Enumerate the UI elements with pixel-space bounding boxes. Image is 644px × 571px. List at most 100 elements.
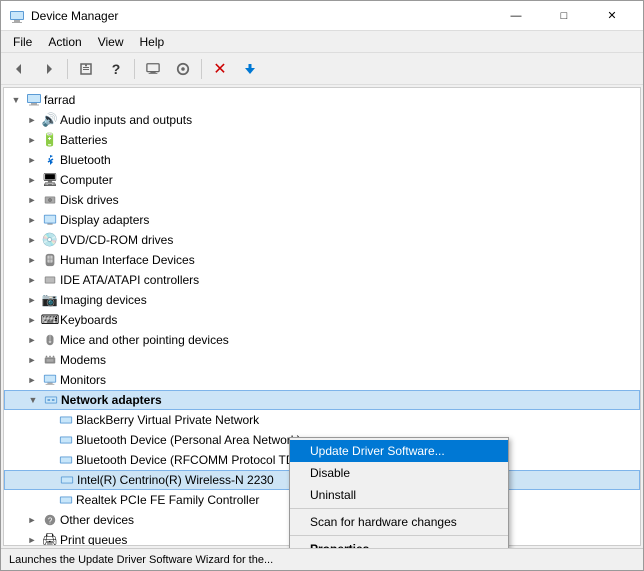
mouse-icon bbox=[42, 332, 58, 348]
forward-button[interactable] bbox=[35, 56, 63, 82]
back-icon bbox=[12, 62, 26, 76]
battery-icon: 🔋 bbox=[42, 132, 58, 148]
display-label: Display adapters bbox=[60, 213, 149, 227]
camera-icon: 📷 bbox=[42, 292, 58, 308]
update-button[interactable] bbox=[236, 56, 264, 82]
ctx-disable[interactable]: Disable bbox=[290, 462, 508, 484]
tree-item-network[interactable]: ▼ Network adapters bbox=[4, 390, 640, 410]
network-icon bbox=[43, 392, 59, 408]
other-expand[interactable]: ► bbox=[24, 512, 40, 528]
tree-item-mice[interactable]: ► Mice and other pointing devices bbox=[4, 330, 640, 350]
audio-label: Audio inputs and outputs bbox=[60, 113, 192, 127]
tree-item-blackberry[interactable]: ► BlackBerry Virtual Private Network bbox=[4, 410, 640, 430]
bluetooth-expand[interactable]: ► bbox=[24, 152, 40, 168]
uninstall-button[interactable]: ✕ bbox=[206, 56, 234, 82]
mice-expand[interactable]: ► bbox=[24, 332, 40, 348]
root-expand-icon[interactable]: ▼ bbox=[8, 92, 24, 108]
keyboards-label: Keyboards bbox=[60, 313, 117, 327]
tree-item-disk[interactable]: ► Disk drives bbox=[4, 190, 640, 210]
tree-item-imaging[interactable]: ► 📷 Imaging devices bbox=[4, 290, 640, 310]
tree-item-ide[interactable]: ► IDE ATA/ATAPI controllers bbox=[4, 270, 640, 290]
menu-help[interactable]: Help bbox=[132, 33, 173, 51]
toolbar-sep-3 bbox=[201, 59, 202, 79]
network-label: Network adapters bbox=[61, 393, 162, 407]
help-button[interactable]: ? bbox=[102, 56, 130, 82]
printq-expand[interactable]: ► bbox=[24, 532, 40, 546]
tree-item-dvd[interactable]: ► 💿 DVD/CD-ROM drives bbox=[4, 230, 640, 250]
modems-label: Modems bbox=[60, 353, 106, 367]
modems-expand[interactable]: ► bbox=[24, 352, 40, 368]
tree-item-audio[interactable]: ► 🔊 Audio inputs and outputs bbox=[4, 110, 640, 130]
network-expand[interactable]: ▼ bbox=[25, 392, 41, 408]
ide-icon bbox=[42, 272, 58, 288]
tree-item-computer[interactable]: ► 🖥 Computer bbox=[4, 170, 640, 190]
root-label: farrad bbox=[44, 93, 75, 107]
status-bar: Launches the Update Driver Software Wiza… bbox=[1, 548, 643, 570]
monitors-label: Monitors bbox=[60, 373, 106, 387]
maximize-button[interactable]: □ bbox=[541, 3, 587, 29]
properties-button[interactable] bbox=[72, 56, 100, 82]
imaging-label: Imaging devices bbox=[60, 293, 147, 307]
toolbar-sep-2 bbox=[134, 59, 135, 79]
disk-label: Disk drives bbox=[60, 193, 119, 207]
btrfcomm-label: Bluetooth Device (RFCOMM Protocol TDI) bbox=[76, 453, 302, 467]
ctx-update-driver[interactable]: Update Driver Software... bbox=[290, 440, 508, 462]
ide-label: IDE ATA/ATAPI controllers bbox=[60, 273, 199, 287]
svg-text:?: ? bbox=[48, 517, 53, 526]
tree-root[interactable]: ▼ farrad bbox=[4, 90, 640, 110]
ctx-scan[interactable]: Scan for hardware changes bbox=[290, 511, 508, 533]
scan-icon bbox=[176, 62, 190, 76]
bluetooth-label: Bluetooth bbox=[60, 153, 111, 167]
hid-expand[interactable]: ► bbox=[24, 252, 40, 268]
imaging-expand[interactable]: ► bbox=[24, 292, 40, 308]
tree-item-batteries[interactable]: ► 🔋 Batteries bbox=[4, 130, 640, 150]
netcard-icon-blackberry bbox=[58, 412, 74, 428]
keyboards-expand[interactable]: ► bbox=[24, 312, 40, 328]
disk-expand[interactable]: ► bbox=[24, 192, 40, 208]
menu-action[interactable]: Action bbox=[40, 33, 89, 51]
minimize-button[interactable]: — bbox=[493, 3, 539, 29]
back-button[interactable] bbox=[5, 56, 33, 82]
dvd-expand[interactable]: ► bbox=[24, 232, 40, 248]
properties-icon bbox=[79, 62, 93, 76]
menu-file[interactable]: File bbox=[5, 33, 40, 51]
bluetooth-icon bbox=[42, 152, 58, 168]
batteries-expand[interactable]: ► bbox=[24, 132, 40, 148]
netcard-icon-btpan bbox=[58, 432, 74, 448]
tree-item-display[interactable]: ► Display adapters bbox=[4, 210, 640, 230]
forward-icon bbox=[42, 62, 56, 76]
computer-device-icon: 🖥 bbox=[42, 172, 58, 188]
keyboard-icon: ⌨ bbox=[42, 312, 58, 328]
computer-expand[interactable]: ► bbox=[24, 172, 40, 188]
title-controls: — □ ✕ bbox=[493, 3, 635, 29]
display-device-icon bbox=[42, 212, 58, 228]
tree-item-modems[interactable]: ► Modems bbox=[4, 350, 640, 370]
tree-item-hid[interactable]: ► Human Interface Devices bbox=[4, 250, 640, 270]
ide-expand[interactable]: ► bbox=[24, 272, 40, 288]
tree-item-keyboards[interactable]: ► ⌨ Keyboards bbox=[4, 310, 640, 330]
printer-icon: 🖨 bbox=[42, 532, 58, 546]
intel-label: Intel(R) Centrino(R) Wireless-N 2230 bbox=[77, 473, 274, 487]
netcard-icon-btrfcomm bbox=[58, 452, 74, 468]
display-button[interactable] bbox=[139, 56, 167, 82]
ctx-sep-1 bbox=[290, 508, 508, 509]
ctx-properties[interactable]: Properties bbox=[290, 538, 508, 548]
netcard-icon-intel bbox=[59, 472, 75, 488]
scan-button[interactable] bbox=[169, 56, 197, 82]
modem-icon bbox=[42, 352, 58, 368]
menu-bar: File Action View Help bbox=[1, 31, 643, 53]
device-manager-window: Device Manager — □ ✕ File Action View He… bbox=[0, 0, 644, 571]
tree-item-bluetooth[interactable]: ► Bluetooth bbox=[4, 150, 640, 170]
menu-view[interactable]: View bbox=[90, 33, 132, 51]
monitors-expand[interactable]: ► bbox=[24, 372, 40, 388]
mice-label: Mice and other pointing devices bbox=[60, 333, 229, 347]
monitor-icon bbox=[42, 372, 58, 388]
display-expand[interactable]: ► bbox=[24, 212, 40, 228]
close-button[interactable]: ✕ bbox=[589, 3, 635, 29]
realtek-label: Realtek PCIe FE Family Controller bbox=[76, 493, 259, 507]
tree-item-monitors[interactable]: ► Monitors bbox=[4, 370, 640, 390]
dvd-icon: 💿 bbox=[42, 232, 58, 248]
other-label: Other devices bbox=[60, 513, 134, 527]
ctx-uninstall[interactable]: Uninstall bbox=[290, 484, 508, 506]
audio-expand[interactable]: ► bbox=[24, 112, 40, 128]
